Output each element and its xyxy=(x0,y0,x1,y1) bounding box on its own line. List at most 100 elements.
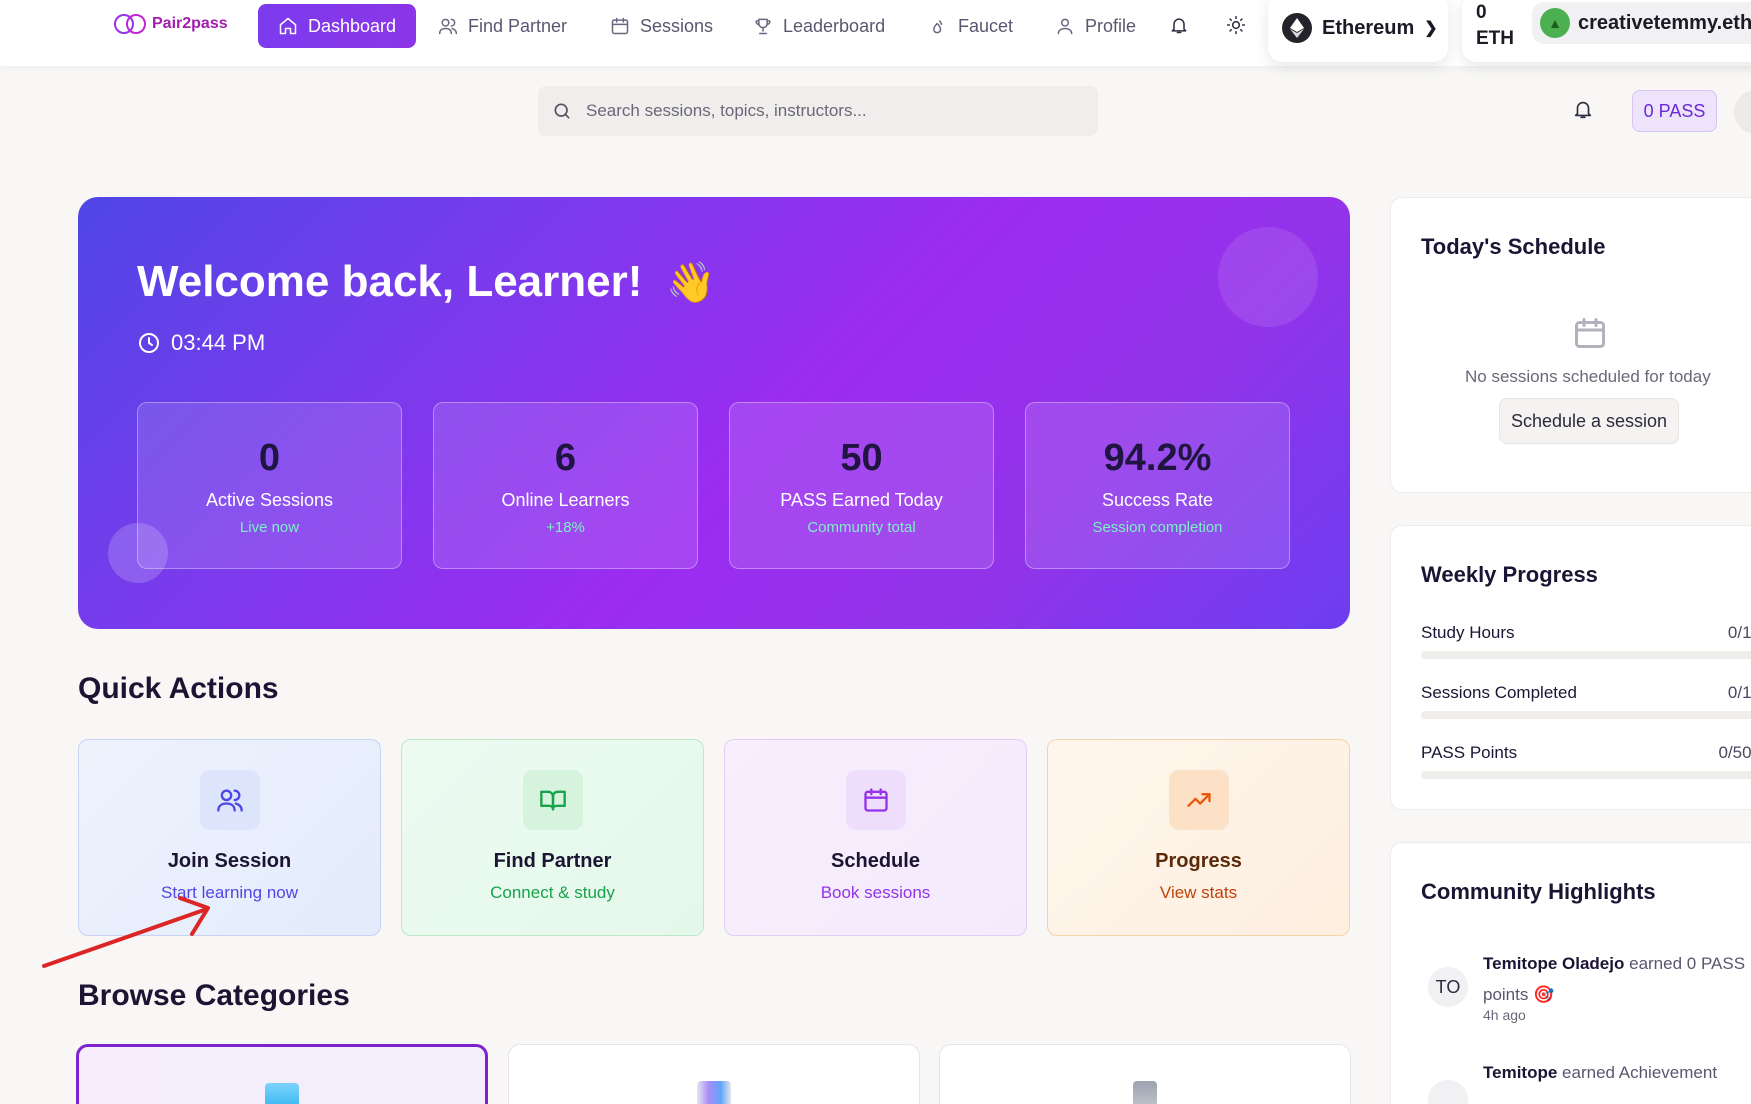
schedule-session-button[interactable]: Schedule a session xyxy=(1499,398,1679,444)
quick-action-find-partner[interactable]: Find Partner Connect & study xyxy=(401,739,704,936)
stat-card-online-learners: 6 Online Learners +18% xyxy=(433,402,698,569)
theme-toggle[interactable] xyxy=(1223,12,1249,38)
qa-subtitle: Connect & study xyxy=(490,883,615,902)
avatar: TO xyxy=(1428,967,1468,1007)
progress-row-sessions: Sessions Completed 0/10 xyxy=(1421,683,1751,719)
nav-profile[interactable]: Profile xyxy=(1035,4,1156,48)
progress-value: 0/15 xyxy=(1727,623,1751,642)
notifications-button-secondary[interactable] xyxy=(1572,98,1594,125)
nav-faucet[interactable]: Faucet xyxy=(908,4,1033,48)
panel-title: Today's Schedule xyxy=(1421,234,1606,259)
highlight-action: earned Achievement xyxy=(1562,1063,1718,1082)
nav-label: Find Partner xyxy=(468,15,568,36)
ethereum-icon xyxy=(1282,13,1312,43)
category-icon xyxy=(1133,1081,1157,1104)
nav-label: Profile xyxy=(1085,15,1137,36)
progress-label: Study Hours xyxy=(1421,623,1515,642)
progress-track xyxy=(1421,771,1751,779)
current-time: 03:44 PM xyxy=(137,330,265,356)
search-input[interactable] xyxy=(586,101,1066,121)
schedule-empty-text: No sessions scheduled for today xyxy=(1465,367,1711,386)
highlight-user[interactable]: Temitope xyxy=(1483,1063,1557,1082)
book-open-icon xyxy=(539,790,566,811)
quick-actions-heading: Quick Actions xyxy=(78,672,279,705)
trophy-icon xyxy=(755,18,771,35)
stat-subtext: Session completion xyxy=(1092,519,1223,536)
bell-icon xyxy=(1171,18,1187,34)
calendar-icon xyxy=(1572,315,1608,356)
highlight-text: Temitope earned Achievement xyxy=(1483,1063,1717,1083)
stat-subtext: Live now xyxy=(239,519,300,536)
stat-label: Online Learners xyxy=(501,490,630,510)
sun-icon xyxy=(1226,15,1246,35)
nav-find-partner[interactable]: Find Partner xyxy=(418,4,587,48)
qa-icon-box xyxy=(522,770,583,830)
top-navigation-bar: Pair2pass Dashboard Find Partner Session… xyxy=(0,0,1751,66)
highlight-user[interactable]: Temitope Oladejo xyxy=(1483,954,1624,973)
stat-label: Success Rate xyxy=(1101,490,1214,510)
annotation-arrow-icon xyxy=(42,896,210,968)
stat-value: 94.2% xyxy=(1103,437,1212,479)
trending-up-icon xyxy=(1186,793,1211,807)
qa-subtitle: View stats xyxy=(1159,883,1238,902)
highlight-time: 4h ago xyxy=(1483,1007,1526,1023)
nav-label: Sessions xyxy=(640,15,714,36)
qa-icon-box xyxy=(199,770,260,830)
progress-row-study-hours: Study Hours 0/15 xyxy=(1421,623,1751,659)
qa-icon-box xyxy=(1168,770,1229,830)
quick-action-schedule[interactable]: Schedule Book sessions xyxy=(724,739,1027,936)
qa-icon-box xyxy=(845,770,906,830)
bell-icon xyxy=(1574,101,1592,119)
droplets-icon xyxy=(933,20,943,34)
chevron-down-icon: ❯ xyxy=(1424,20,1438,37)
nav-leaderboard[interactable]: Leaderboard xyxy=(733,4,905,48)
stat-card-success-rate: 94.2% Success Rate Session completion xyxy=(1025,402,1290,569)
progress-track xyxy=(1421,651,1751,659)
clock-icon xyxy=(139,333,159,353)
account-name-box[interactable]: ▲ creativetemmy.eth xyxy=(1532,2,1751,44)
stat-value: 6 xyxy=(554,437,577,479)
user-menu-button[interactable] xyxy=(1734,90,1751,134)
progress-row-pass-points: PASS Points 0/500 xyxy=(1421,743,1751,779)
progress-track xyxy=(1421,711,1751,719)
progress-label: Sessions Completed xyxy=(1421,683,1577,702)
nav-sessions[interactable]: Sessions xyxy=(590,4,733,48)
qa-title: Schedule xyxy=(831,850,920,872)
nav-dashboard[interactable]: Dashboard xyxy=(258,4,417,48)
welcome-banner: Welcome back, Learner! 👋 03:44 PM 0 Acti… xyxy=(78,197,1350,629)
category-card[interactable] xyxy=(508,1044,920,1104)
account-name: creativetemmy.eth xyxy=(1578,11,1751,34)
network-selector[interactable]: Ethereum ❯ xyxy=(1268,0,1448,62)
category-card[interactable] xyxy=(939,1044,1351,1104)
stat-value: 0 xyxy=(258,437,281,479)
quick-action-progress[interactable]: Progress View stats xyxy=(1047,739,1350,936)
account-button[interactable]: 0 ETH ▲ creativetemmy.eth xyxy=(1462,0,1751,62)
decorative-circle xyxy=(1218,227,1318,327)
stat-card-active-sessions: 0 Active Sessions Live now xyxy=(137,402,402,569)
todays-schedule-panel: Today's Schedule xyxy=(1390,197,1751,493)
network-name: Ethereum xyxy=(1322,16,1415,39)
stat-card-pass-earned: 50 PASS Earned Today Community total xyxy=(729,402,994,569)
balance-unit: ETH xyxy=(1476,28,1514,49)
welcome-text: Welcome back, Learner! xyxy=(137,257,643,306)
pass-balance-badge[interactable]: 0 PASS xyxy=(1632,90,1717,132)
logo-text: Pair2pass xyxy=(152,15,228,32)
category-icon xyxy=(697,1081,731,1104)
nav-label: Dashboard xyxy=(308,15,397,36)
progress-value: 0/500 xyxy=(1718,743,1751,762)
stat-subtext: Community total xyxy=(807,519,916,536)
balance-amount: 0 xyxy=(1476,2,1487,23)
search-bar[interactable] xyxy=(538,86,1098,136)
user-icon xyxy=(1057,18,1073,35)
stat-label: PASS Earned Today xyxy=(780,490,943,510)
wallet-balance: 0 ETH xyxy=(1476,0,1526,52)
account-avatar: ▲ xyxy=(1540,8,1570,38)
browse-categories-heading: Browse Categories xyxy=(78,979,350,1012)
highlight-text: Temitope Oladejo earned 0 PASS points 🎯 xyxy=(1483,948,1751,1010)
home-icon xyxy=(279,17,297,35)
nav-label: Faucet xyxy=(958,15,1014,36)
qa-title: Progress xyxy=(1155,850,1242,872)
notifications-button[interactable] xyxy=(1166,12,1192,38)
category-card[interactable] xyxy=(76,1044,488,1104)
app-logo[interactable]: Pair2pass xyxy=(114,14,228,34)
